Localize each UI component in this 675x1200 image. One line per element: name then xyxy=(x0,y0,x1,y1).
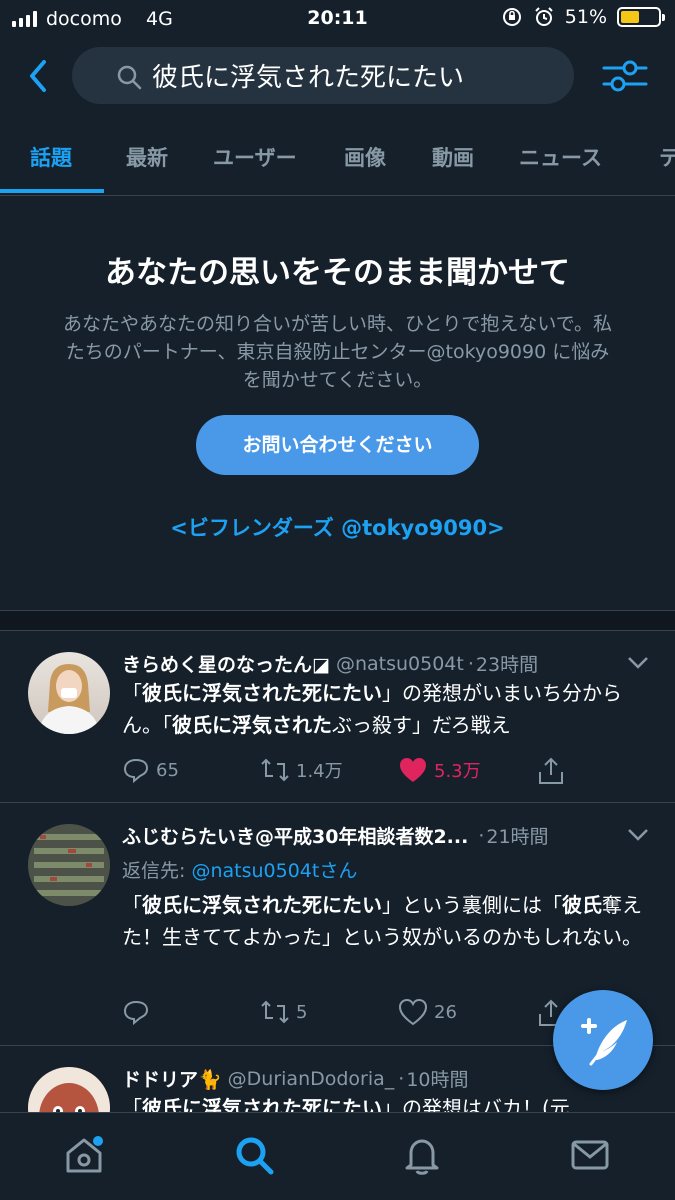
author-handle: @DurianDodoria_ xyxy=(227,1067,395,1090)
befrienders-link[interactable]: <ビフレンダーズ @tokyo9090> xyxy=(0,512,675,542)
search-icon xyxy=(117,65,142,90)
reply-count: 65 xyxy=(156,759,179,781)
like-count: 26 xyxy=(434,1001,457,1023)
tweet-time: 23時間 xyxy=(475,654,539,676)
heart-filled-icon xyxy=(400,758,426,782)
share-button[interactable] xyxy=(536,756,566,786)
tab-people[interactable]: ユーザー xyxy=(213,142,297,172)
retweet-button[interactable]: 5 xyxy=(260,998,307,1026)
home-icon[interactable] xyxy=(62,1133,106,1177)
orientation-lock-icon xyxy=(502,8,521,26)
chevron-down-icon[interactable] xyxy=(627,656,649,670)
tweet-text: 「彼氏に浮気された死にたい」の発想はバカ！(元 xyxy=(122,1096,570,1112)
like-count: 5.3万 xyxy=(434,761,481,782)
tweet-actions: 65 1.4万 5.3万 xyxy=(122,756,652,790)
battery-level xyxy=(621,11,640,23)
tweet-text: 「彼氏に浮気された死にたい」の発想がいまいち分からん。「彼氏に浮気されたぶっ殺す… xyxy=(122,681,622,737)
reply-button[interactable] xyxy=(122,998,156,1026)
reply-context: 返信先: @natsu0504tさん xyxy=(122,856,357,883)
messages-icon[interactable] xyxy=(568,1133,612,1177)
retweet-count: 1.4万 xyxy=(296,761,343,782)
dot-separator: · xyxy=(478,824,485,847)
author-name[interactable]: ふじむらたいき@平成30年相談者数2... xyxy=(122,822,468,849)
tweet-time: 21時間 xyxy=(486,826,549,848)
prompt-body: あなたやあなたの知り合いが苦しい時、ひとりで抱えないで。私たちのパートナー、東京… xyxy=(62,313,613,391)
tab-top[interactable]: 話題 xyxy=(30,142,72,172)
notifications-icon[interactable] xyxy=(400,1133,444,1177)
like-button[interactable]: 5.3万 xyxy=(398,756,481,784)
dot-separator: · xyxy=(398,1067,405,1090)
active-tab-indicator xyxy=(0,189,104,193)
compose-tweet-icon xyxy=(581,1018,627,1066)
retweet-count: 5 xyxy=(296,1001,308,1023)
tab-videos[interactable]: 動画 xyxy=(432,142,474,172)
battery-icon xyxy=(617,7,665,27)
dot-separator: · xyxy=(467,652,474,675)
battery-percent: 51% xyxy=(564,6,607,28)
reply-to-label: 返信先: xyxy=(122,860,192,882)
author-name[interactable]: ドドリア🐈 xyxy=(122,1065,222,1092)
retweet-icon xyxy=(261,758,289,782)
section-divider xyxy=(0,610,675,631)
author-handle: @natsu0504t xyxy=(335,652,464,675)
search-input[interactable]: 彼氏に浮気された死にたい xyxy=(72,47,574,104)
search-query: 彼氏に浮気された死にたい xyxy=(152,63,465,93)
reply-icon xyxy=(123,758,149,784)
tweet[interactable]: きらめく星のなったん◪ @natsu0504t · 23時間 「彼氏に浮気された… xyxy=(0,632,675,803)
contact-button[interactable]: お問い合わせください xyxy=(196,415,479,475)
heart-outline-icon xyxy=(398,998,428,1026)
search-tabs: 話題 最新 ユーザー 画像 動画 ニュース テ xyxy=(0,120,675,196)
tab-latest[interactable]: 最新 xyxy=(126,142,168,172)
status-bar: docomo 4G 20:11 51% xyxy=(0,0,675,38)
compose-tweet-button[interactable] xyxy=(553,990,653,1090)
retweet-icon xyxy=(261,1000,289,1024)
tweet-text: 「彼氏に浮気された死にたい」という裏側には「彼氏奪えた！生きててよかった」という… xyxy=(122,893,642,949)
reply-icon xyxy=(123,1000,149,1026)
share-icon xyxy=(539,757,563,784)
sliders-icon[interactable] xyxy=(600,54,650,98)
search-icon[interactable] xyxy=(232,1133,276,1177)
reply-button[interactable]: 65 xyxy=(122,756,179,784)
tweet-time: 10時間 xyxy=(406,1069,469,1091)
author-name[interactable]: きらめく星のなったん◪ xyxy=(122,650,330,677)
like-button[interactable]: 26 xyxy=(398,998,457,1026)
retweet-button[interactable]: 1.4万 xyxy=(260,756,343,784)
tab-photos[interactable]: 画像 xyxy=(344,142,386,172)
support-prompt: あなたの思いをそのまま聞かせて あなたやあなたの知り合いが苦しい時、ひとりで抱え… xyxy=(0,197,675,609)
chevron-down-icon[interactable] xyxy=(627,828,649,842)
back-chevron-icon[interactable] xyxy=(20,54,56,98)
avatar[interactable] xyxy=(28,652,110,734)
avatar[interactable] xyxy=(28,1067,110,1112)
avatar[interactable] xyxy=(28,824,110,906)
tab-more[interactable]: テ xyxy=(659,142,675,172)
alarm-icon xyxy=(535,7,553,26)
prompt-title: あなたの思いをそのまま聞かせて xyxy=(105,255,570,291)
tab-news[interactable]: ニュース xyxy=(519,142,602,172)
reply-to-handle[interactable]: @natsu0504tさん xyxy=(191,860,357,882)
bottom-nav xyxy=(0,1112,675,1200)
